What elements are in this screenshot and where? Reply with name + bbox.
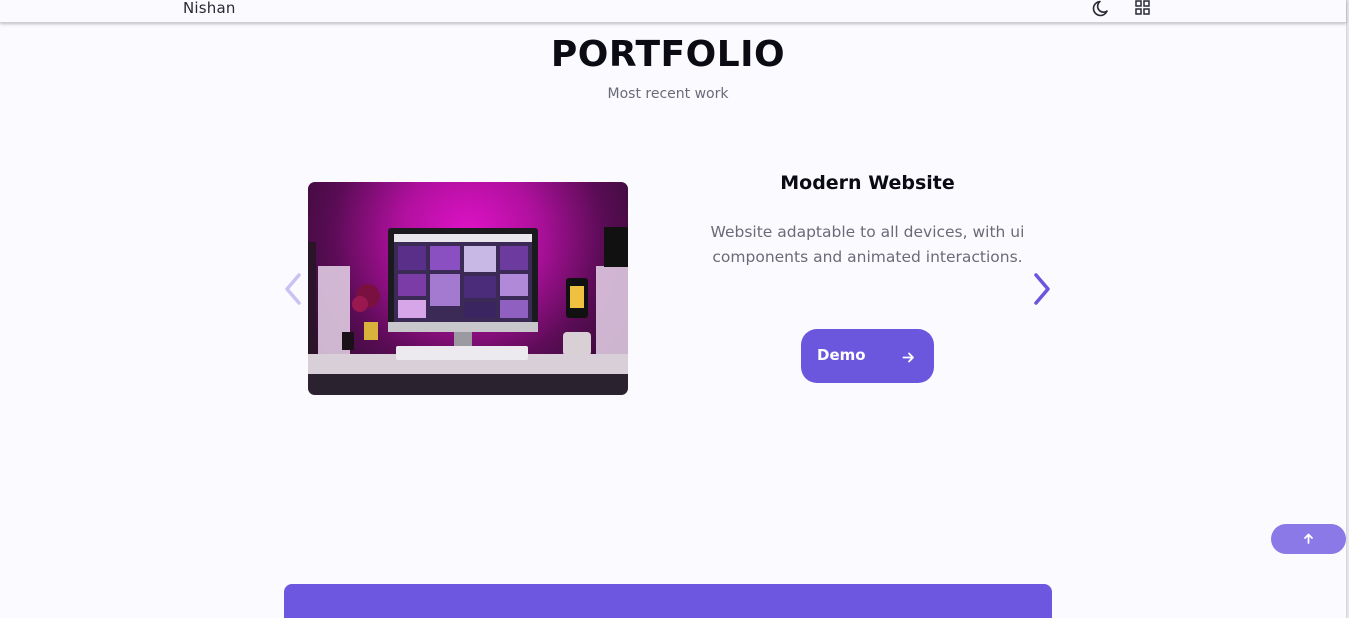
arrow-right-icon (902, 349, 915, 363)
section-title: PORTFOLIO (550, 34, 786, 75)
moon-icon[interactable] (1089, 0, 1109, 18)
carousel-prev-button[interactable] (282, 272, 304, 306)
project-image (308, 182, 628, 395)
carousel-next-button[interactable] (1031, 272, 1053, 306)
grid-icon[interactable] (1134, 0, 1152, 18)
project-banner (284, 584, 1052, 618)
logo-link[interactable]: Nishan (183, 0, 236, 17)
scroll-up-button[interactable] (1271, 524, 1346, 554)
project-description: Website adaptable to all devices, with u… (710, 223, 1025, 266)
project-title: Modern Website (780, 172, 955, 194)
site-header: Nishan (0, 0, 1346, 23)
arrow-up-icon (1304, 533, 1313, 544)
section-subtitle: Most recent work (607, 86, 729, 102)
demo-button-label: Demo (817, 346, 866, 364)
chevron-left-icon (282, 273, 304, 310)
chevron-right-icon (1031, 273, 1053, 310)
demo-button[interactable]: Demo (801, 329, 934, 383)
